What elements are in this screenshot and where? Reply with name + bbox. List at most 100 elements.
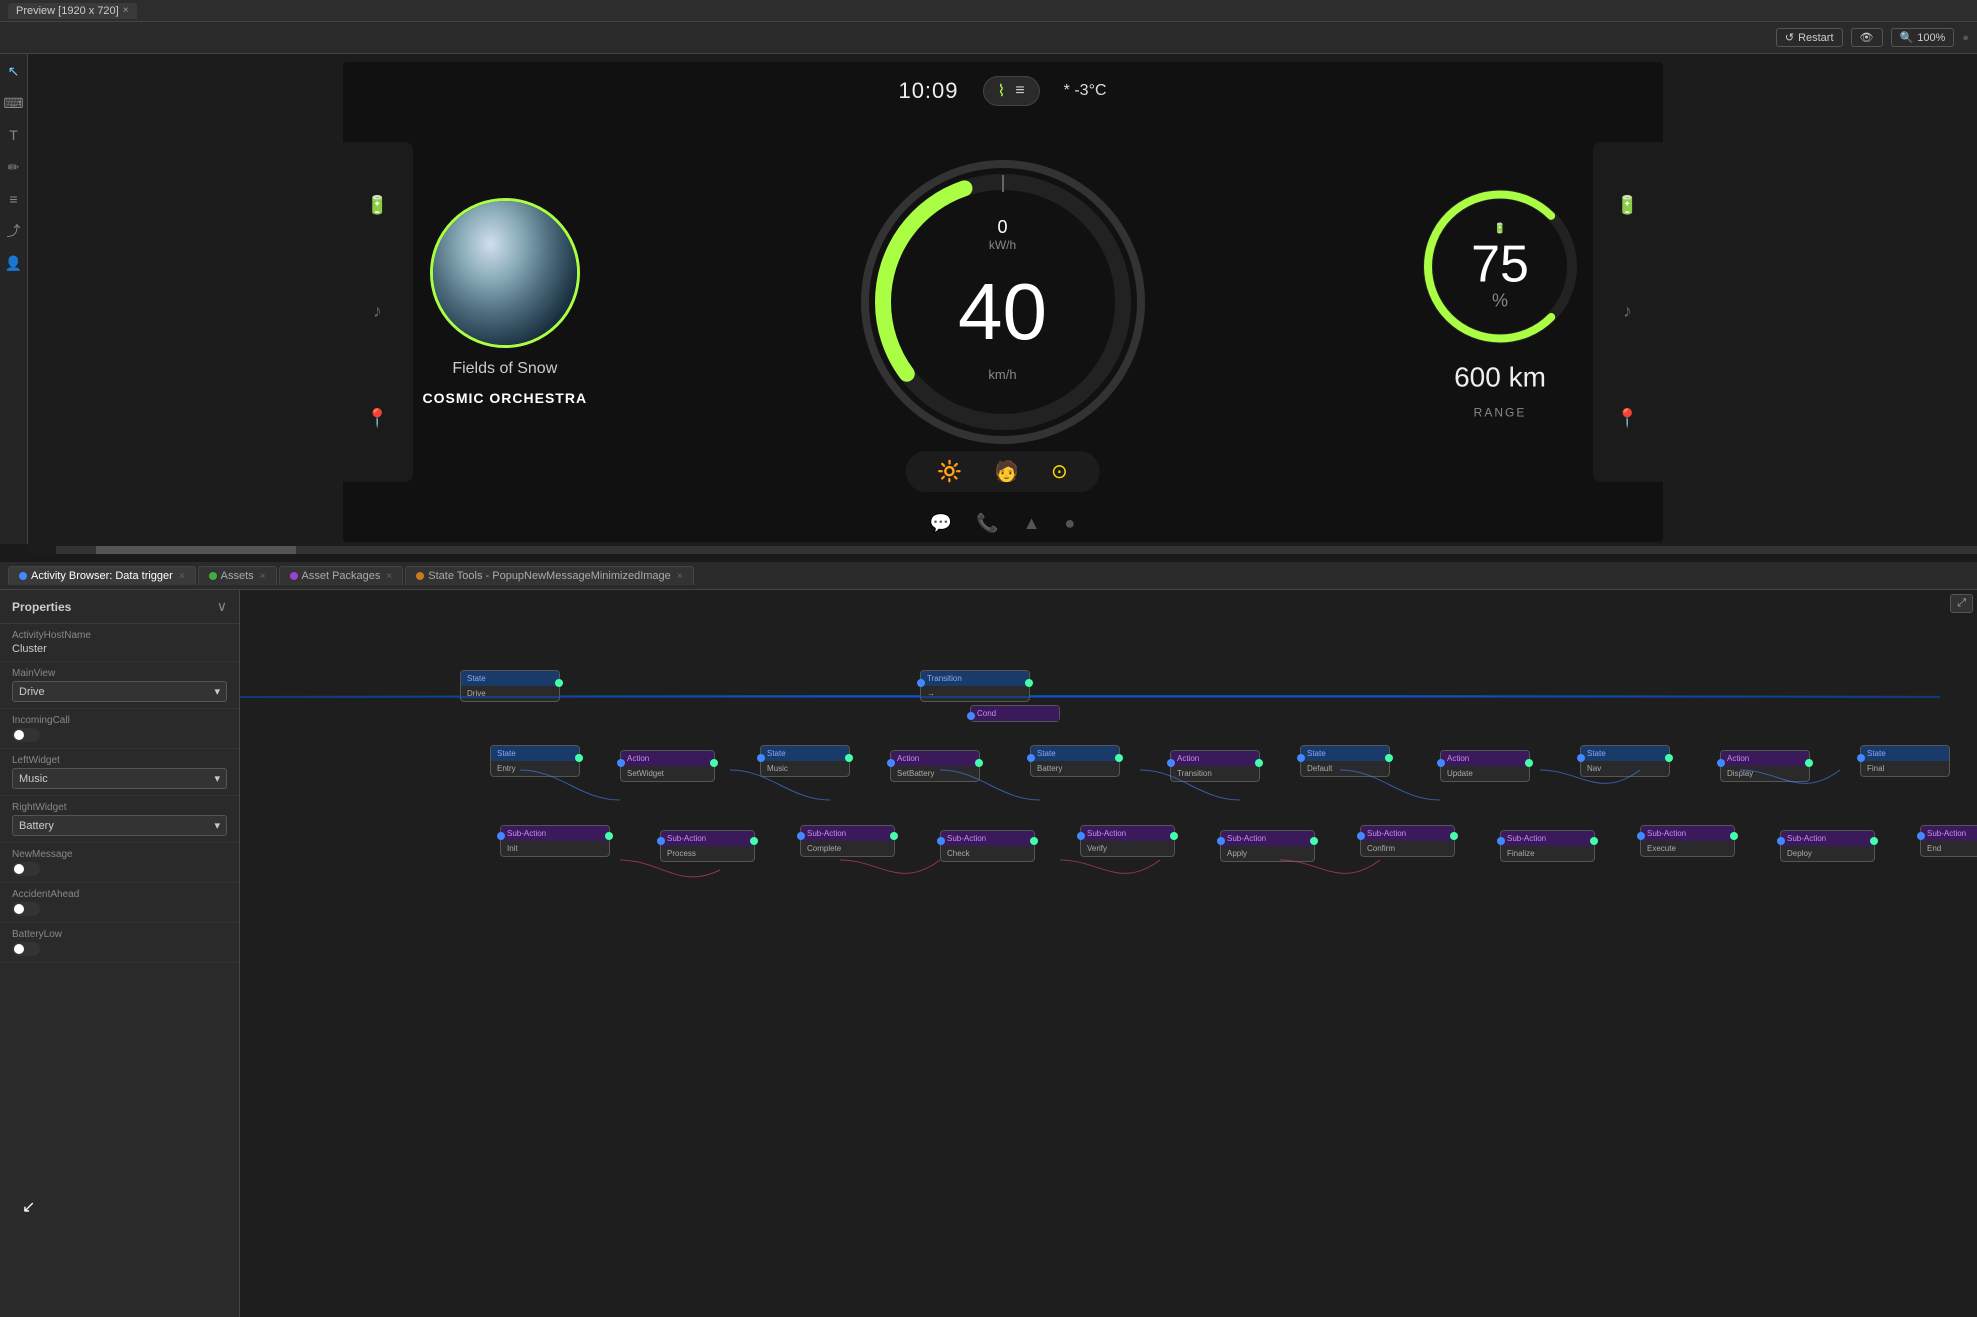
node-23[interactable]: Sub-Action Execute xyxy=(1640,825,1735,857)
tab-assets[interactable]: Assets × xyxy=(198,566,277,585)
panel-left-top-icon[interactable]: 🔋 xyxy=(366,195,388,216)
sidebar-share-icon[interactable]: ⤴ xyxy=(5,222,23,240)
node-12-out[interactable] xyxy=(1665,754,1673,762)
node-18[interactable]: Sub-Action Check xyxy=(940,830,1035,862)
node-22[interactable]: Sub-Action Finalize xyxy=(1500,830,1595,862)
tab-packages[interactable]: Asset Packages × xyxy=(279,566,404,585)
node-4-out[interactable] xyxy=(575,754,583,762)
node-2-out[interactable] xyxy=(1025,679,1033,687)
node-8-out[interactable] xyxy=(1115,754,1123,762)
node-16-out[interactable] xyxy=(750,837,758,845)
panel-left-music-icon[interactable]: ♪ xyxy=(373,301,382,322)
node-20-out[interactable] xyxy=(1310,837,1318,845)
node-15[interactable]: Sub-Action Init xyxy=(500,825,610,857)
node-14[interactable]: State Final xyxy=(1860,745,1950,777)
node-15-out[interactable] xyxy=(605,832,613,840)
node-8-in[interactable] xyxy=(1027,754,1035,762)
preview-scroll-thumb[interactable] xyxy=(96,546,296,554)
node-8[interactable]: State Battery xyxy=(1030,745,1120,777)
node-21[interactable]: Sub-Action Confirm xyxy=(1360,825,1455,857)
tab-activity-close[interactable]: × xyxy=(179,571,185,582)
node-23-out[interactable] xyxy=(1730,832,1738,840)
eye-button[interactable]: 👁 xyxy=(1851,28,1883,47)
node-10-out[interactable] xyxy=(1385,754,1393,762)
node-7[interactable]: Action SetBattery xyxy=(890,750,980,782)
node-20-in[interactable] xyxy=(1217,837,1225,845)
sidebar-cursor-icon[interactable]: ↖ xyxy=(5,62,23,80)
node-7-out[interactable] xyxy=(975,759,983,767)
node-2-in[interactable] xyxy=(917,679,925,687)
node-23-in[interactable] xyxy=(1637,832,1645,840)
zoom-button[interactable]: 🔍 100% xyxy=(1891,28,1955,47)
node-17-in[interactable] xyxy=(797,832,805,840)
node-24-out[interactable] xyxy=(1870,837,1878,845)
chat-nav-icon[interactable]: 💬 xyxy=(930,513,952,534)
tab-state-tools[interactable]: State Tools - PopupNewMessageMinimizedIm… xyxy=(405,566,693,585)
map-nav-icon[interactable]: ▲ xyxy=(1023,513,1041,534)
dash-nav-button[interactable]: ⌇ ≡ xyxy=(983,76,1040,106)
collapse-button[interactable]: ∨ xyxy=(217,598,227,615)
node-19[interactable]: Sub-Action Verify xyxy=(1080,825,1175,857)
node-17-out[interactable] xyxy=(890,832,898,840)
sidebar-text-icon[interactable]: T xyxy=(5,126,23,144)
node-1-out[interactable] xyxy=(555,679,563,687)
prop-battery-low-toggle[interactable] xyxy=(12,942,40,956)
node-5[interactable]: Action SetWidget xyxy=(620,750,715,782)
node-11-out[interactable] xyxy=(1525,759,1533,767)
sidebar-brush-icon[interactable]: ✏ xyxy=(5,158,23,176)
node-9-out[interactable] xyxy=(1255,759,1263,767)
panel-right-music-icon[interactable]: ♪ xyxy=(1623,301,1632,322)
node-5-out[interactable] xyxy=(710,759,718,767)
node-21-in[interactable] xyxy=(1357,832,1365,840)
node-13-out[interactable] xyxy=(1805,759,1813,767)
media-nav-icon[interactable]: ● xyxy=(1064,513,1075,534)
node-21-out[interactable] xyxy=(1450,832,1458,840)
tab-packages-close[interactable]: × xyxy=(386,571,392,582)
node-20[interactable]: Sub-Action Apply xyxy=(1220,830,1315,862)
prop-incoming-call-toggle[interactable] xyxy=(12,728,40,742)
panel-left-location-icon[interactable]: 📍 xyxy=(366,408,388,429)
tab-activity[interactable]: Activity Browser: Data trigger × xyxy=(8,566,196,585)
prop-accident-ahead-toggle[interactable] xyxy=(12,902,40,916)
panel-right-location-icon[interactable]: 📍 xyxy=(1616,408,1638,429)
node-17[interactable]: Sub-Action Complete xyxy=(800,825,895,857)
node-10-in[interactable] xyxy=(1297,754,1305,762)
prop-left-widget-select[interactable]: Music ▾ xyxy=(12,768,227,789)
sidebar-users-icon[interactable]: 👤 xyxy=(5,254,23,272)
node-7-in[interactable] xyxy=(887,759,895,767)
tab-state-tools-close[interactable]: × xyxy=(677,571,683,582)
node-25-in[interactable] xyxy=(1917,832,1925,840)
node-15-in[interactable] xyxy=(497,832,505,840)
tab-assets-close[interactable]: × xyxy=(260,571,266,582)
node-4[interactable]: State Entry xyxy=(490,745,580,777)
node-22-out[interactable] xyxy=(1590,837,1598,845)
node-16-in[interactable] xyxy=(657,837,665,845)
node-19-in[interactable] xyxy=(1077,832,1085,840)
preview-tab-close[interactable]: × xyxy=(123,5,129,16)
node-16[interactable]: Sub-Action Process xyxy=(660,830,755,862)
node-12[interactable]: State Nav xyxy=(1580,745,1670,777)
node-2[interactable]: Transition → xyxy=(920,670,1030,702)
node-14-in[interactable] xyxy=(1857,754,1865,762)
fullscreen-button[interactable]: ⤢ xyxy=(1950,594,1973,613)
panel-right-top-icon[interactable]: 🔋 xyxy=(1616,195,1638,216)
node-12-in[interactable] xyxy=(1577,754,1585,762)
node-18-in[interactable] xyxy=(937,837,945,845)
node-10[interactable]: State Default xyxy=(1300,745,1390,777)
node-11[interactable]: Action Update xyxy=(1440,750,1530,782)
prop-new-message-toggle[interactable] xyxy=(12,862,40,876)
node-9-in[interactable] xyxy=(1167,759,1175,767)
prop-main-view-select[interactable]: Drive ▾ xyxy=(12,681,227,702)
node-13[interactable]: Action Display xyxy=(1720,750,1810,782)
node-6-out[interactable] xyxy=(845,754,853,762)
node-1[interactable]: State Drive xyxy=(460,670,560,702)
preview-scrollbar[interactable] xyxy=(56,546,1977,554)
sidebar-mouse-icon[interactable]: ⌨ xyxy=(5,94,23,112)
node-25[interactable]: Sub-Action End xyxy=(1920,825,1977,857)
node-13-in[interactable] xyxy=(1717,759,1725,767)
node-9[interactable]: Action Transition xyxy=(1170,750,1260,782)
node-3-in[interactable] xyxy=(967,712,975,720)
prop-right-widget-select[interactable]: Battery ▾ xyxy=(12,815,227,836)
restart-button[interactable]: ↺ Restart xyxy=(1776,28,1843,47)
node-11-in[interactable] xyxy=(1437,759,1445,767)
